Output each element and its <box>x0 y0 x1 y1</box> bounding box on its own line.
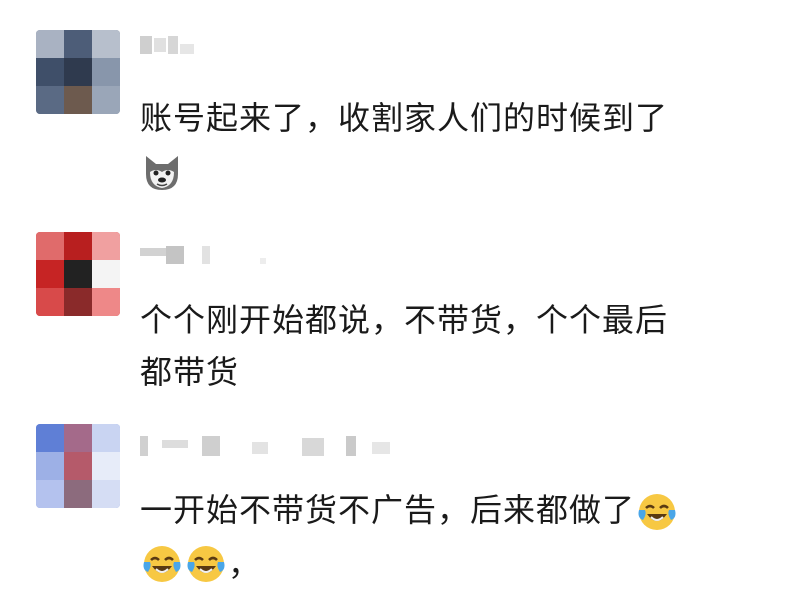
tears-of-joy-icon <box>184 542 228 586</box>
comment-line-text: 一开始不带货不广告，后来都做了 <box>140 491 636 529</box>
comment-feed: 账号起来了，收割家人们的时候到了 个个刚开始都说，不带货，个个最后 都带货 一开… <box>0 0 800 613</box>
comment-text: 账号起来了，收割家人们的时候到了 <box>140 92 780 196</box>
avatar[interactable] <box>36 232 120 316</box>
comment-line: ， <box>140 536 780 590</box>
username-mosaic[interactable] <box>140 436 400 458</box>
comment-text: 个个刚开始都说，不带货，个个最后 都带货 <box>140 294 780 398</box>
comment-line: 账号起来了，收割家人们的时候到了 <box>140 99 669 137</box>
husky-dog-face-icon <box>140 150 184 194</box>
username-blur <box>140 436 390 456</box>
avatar[interactable] <box>36 424 120 508</box>
avatar[interactable] <box>36 30 120 114</box>
avatar-mosaic <box>36 30 120 114</box>
avatar-mosaic <box>36 424 120 508</box>
comment-line: 个个刚开始都说，不带货，个个最后 <box>140 301 669 339</box>
comment-line <box>140 144 780 196</box>
comment-line: 都带货 <box>140 353 240 391</box>
tears-of-joy-icon <box>140 542 184 586</box>
username-mosaic[interactable] <box>140 34 210 56</box>
username-mosaic[interactable] <box>140 244 270 266</box>
tears-of-joy-icon <box>635 490 679 534</box>
username-blur <box>140 36 194 54</box>
comment-text: 一开始不带货不广告，后来都做了 ， <box>140 484 780 590</box>
comment-line: 一开始不带货不广告，后来都做了 <box>140 484 780 536</box>
username-blur <box>140 246 266 264</box>
comment-line-tail: ， <box>228 545 262 583</box>
avatar-mosaic <box>36 232 120 316</box>
